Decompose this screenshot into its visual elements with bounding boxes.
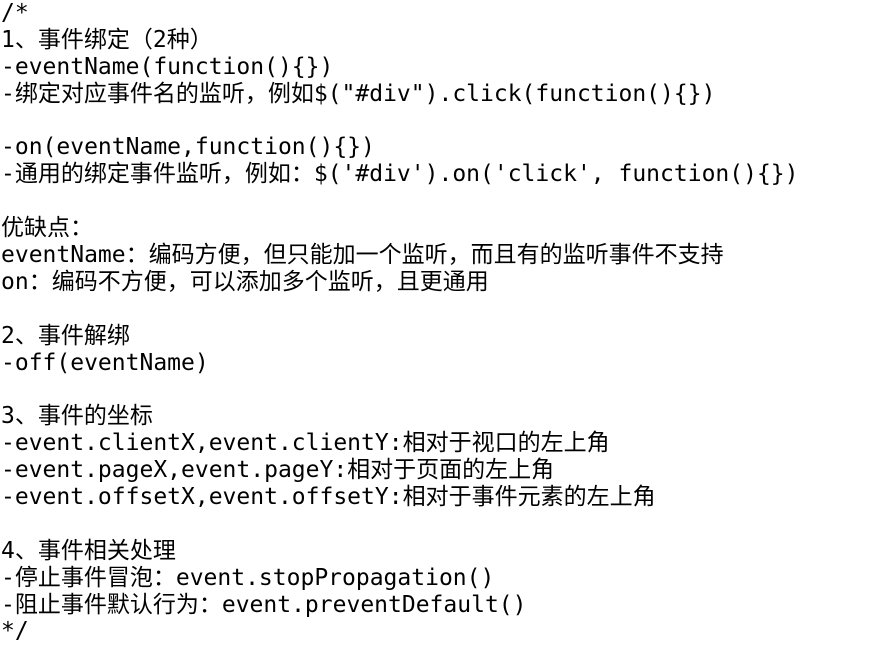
text-line: [1, 376, 887, 403]
text-line: on：编码不方便，可以添加多个监听，且更通用: [1, 268, 489, 295]
text-line: */: [1, 618, 29, 645]
text-line: [1, 511, 887, 538]
text-line: 4、事件相关处理: [1, 537, 176, 564]
text-line: -阻止事件默认行为：event.preventDefault(): [1, 591, 527, 618]
text-line: -停止事件冒泡：event.stopPropagation(): [1, 564, 495, 591]
text-line: -eventName(function(){}): [1, 53, 334, 80]
text-line: -event.pageX,event.pageY:相对于页面的左上角: [1, 457, 555, 484]
text-line: [1, 188, 887, 215]
text-line: 2、事件解绑: [1, 322, 130, 349]
text-line: -通用的绑定事件监听，例如：$('#div').on('click', func…: [1, 161, 799, 188]
text-line: -event.clientX,event.clientY:相对于视口的左上角: [1, 430, 610, 457]
text-line: eventName：编码方便，但只能加一个监听，而且有的监听事件不支持: [1, 242, 724, 269]
text-line: [1, 296, 887, 323]
text-line: 1、事件绑定（2种）: [1, 26, 213, 53]
text-line: 优缺点：: [1, 215, 93, 242]
text-line: -绑定对应事件名的监听，例如$("#div").click(function()…: [1, 80, 716, 107]
text-line: 3、事件的坐标: [1, 403, 153, 430]
text-line: -off(eventName): [1, 349, 209, 376]
text-line: [1, 108, 887, 135]
text-line: -on(eventName,function(){}): [1, 134, 375, 161]
text-line: /*: [1, 0, 29, 26]
text-editor[interactable]: /* 1、事件绑定（2种） -eventName(function(){}) -…: [0, 0, 887, 665]
text-line: -event.offsetX,event.offsetY:相对于事件元素的左上角: [1, 484, 656, 511]
